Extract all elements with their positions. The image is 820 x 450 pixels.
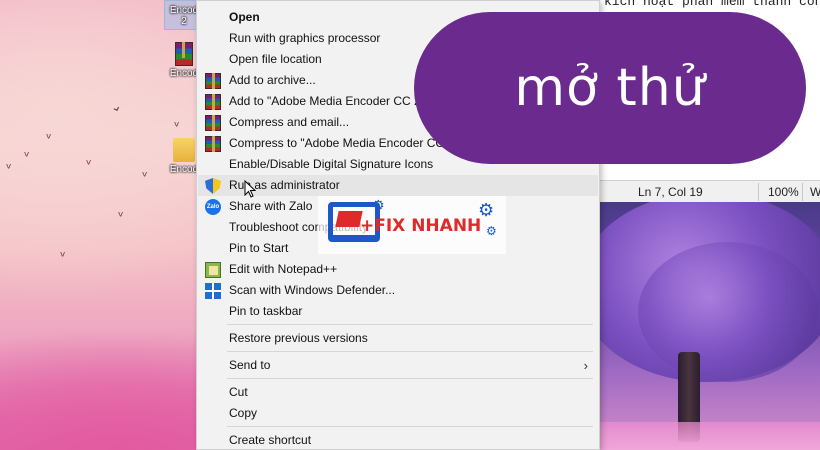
menu-separator (227, 378, 593, 379)
editor-line-text: kích hoạt phần mềm thành công (604, 0, 820, 9)
zalo-icon: Zalo (205, 199, 221, 215)
menu-item-pin-to-taskbar[interactable]: Pin to taskbar (198, 301, 598, 322)
menu-item-label: Open (229, 10, 260, 24)
menu-item-label: Open file location (229, 52, 322, 66)
status-separator (758, 183, 759, 201)
menu-item-label: Enable/Disable Digital Signature Icons (229, 157, 434, 171)
menu-item-label: Run with graphics processor (229, 31, 381, 45)
menu-item-label: Compress to "Adobe Media Encoder CC 20 (229, 136, 461, 150)
cursor-position: Ln 7, Col 19 (638, 185, 703, 199)
fix-nhanh-watermark-logo: ⚙ ⚙ ⚙ +FIX NHANH (318, 196, 506, 254)
menu-item-run-as-administrator[interactable]: Run as administrator (198, 175, 598, 196)
menu-separator (227, 426, 593, 427)
menu-item-label: Copy (229, 406, 258, 420)
menu-item-label: Create shortcut (229, 433, 312, 447)
bird-icon: ᵛ (60, 249, 66, 265)
winrar-icon (205, 115, 221, 131)
bird-icon: ᵛ (86, 157, 92, 173)
menu-item-label: Send to (229, 358, 271, 372)
menu-item-create-shortcut[interactable]: Create shortcut (198, 430, 598, 450)
bird-icon: ⌄ (107, 97, 125, 117)
menu-item-restore-previous-versions[interactable]: Restore previous versions (198, 328, 598, 349)
bird-icon: ᵛ (174, 119, 180, 135)
menu-separator (227, 351, 593, 352)
ground (598, 422, 820, 450)
status-separator (802, 183, 803, 201)
bird-icon: ᵛ (118, 209, 124, 225)
editor-status-bar: Ln 7, Col 19 100% W (598, 180, 820, 202)
menu-item-label: Compress and email... (229, 115, 350, 129)
winrar-icon (205, 94, 221, 110)
bird-icon: ᵛ (46, 131, 52, 147)
tree-canopy (638, 242, 818, 382)
bird-icon: ᵛ (24, 149, 30, 165)
wallpaper-tree-image (598, 202, 820, 450)
winrar-icon (205, 136, 221, 152)
windows-defender-icon (205, 283, 221, 299)
winrar-icon (175, 42, 193, 66)
menu-item-label: Share with Zalo (229, 199, 313, 213)
zoom-level: 100% (768, 185, 799, 199)
menu-item-edit-with-notepad[interactable]: Edit with Notepad++ (198, 259, 598, 280)
menu-item-label: Pin to taskbar (229, 304, 303, 318)
menu-item-label: Edit with Notepad++ (229, 262, 338, 276)
notepad-plus-plus-icon (205, 262, 221, 278)
menu-item-cut[interactable]: Cut (198, 382, 598, 403)
menu-item-label: Restore previous versions (229, 331, 368, 345)
folder-icon (173, 138, 195, 162)
menu-item-label: Cut (229, 385, 248, 399)
menu-item-label: Pin to Start (229, 241, 289, 255)
menu-item-copy[interactable]: Copy (198, 403, 598, 424)
watermark-brand-text: +FIX NHANH (360, 216, 482, 236)
bird-icon: ᵛ (142, 169, 148, 185)
menu-item-scan-with-defender[interactable]: Scan with Windows Defender... (198, 280, 598, 301)
encoding-label: W (810, 185, 820, 199)
menu-item-label: Add to "Adobe Media Encoder CC 201 (229, 94, 435, 108)
caption-text: mở thử (514, 58, 706, 118)
menu-separator (227, 324, 593, 325)
menu-item-send-to[interactable]: Send to › (198, 355, 598, 376)
menu-item-label: Scan with Windows Defender... (229, 283, 396, 297)
bird-icon: ᵛ (6, 161, 12, 177)
winrar-icon (205, 73, 221, 89)
mouse-cursor-icon (244, 180, 256, 198)
gear-icon: ⚙ (372, 198, 385, 214)
caption-overlay: mở thử (414, 12, 806, 164)
submenu-arrow-icon: › (583, 358, 588, 373)
uac-shield-icon (205, 178, 221, 194)
gear-icon: ⚙ (486, 224, 497, 238)
menu-item-label: Add to archive... (229, 73, 316, 87)
